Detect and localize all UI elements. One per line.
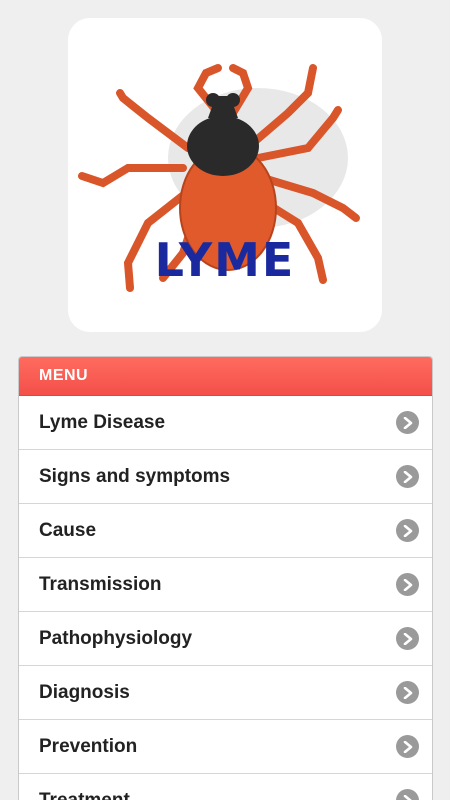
menu-item-pathophysiology[interactable]: Pathophysiology — [19, 612, 432, 666]
menu-item-label: Transmission — [39, 573, 162, 595]
menu-item-label: Treatment — [39, 789, 130, 800]
menu-item-label: Cause — [39, 519, 97, 541]
chevron-right-icon — [396, 519, 419, 542]
main-menu: MENU Lyme Disease Signs and symptoms Cau… — [18, 356, 433, 800]
chevron-right-icon — [396, 627, 419, 650]
chevron-right-icon — [396, 681, 419, 704]
menu-item-label: Prevention — [39, 735, 138, 757]
menu-item-prevention[interactable]: Prevention — [19, 720, 432, 774]
tick-logo-icon: LYME — [78, 64, 360, 292]
menu-item-diagnosis[interactable]: Diagnosis — [19, 666, 432, 720]
menu-item-label: Pathophysiology — [39, 627, 193, 649]
chevron-right-icon — [396, 573, 419, 596]
logo-word: LYME — [155, 233, 296, 287]
menu-header: MENU — [19, 357, 432, 396]
menu-item-transmission[interactable]: Transmission — [19, 558, 432, 612]
menu-item-label: Signs and symptoms — [39, 465, 231, 487]
menu-item-signs-and-symptoms[interactable]: Signs and symptoms — [19, 450, 432, 504]
menu-item-lyme-disease[interactable]: Lyme Disease — [19, 396, 432, 450]
menu-item-treatment[interactable]: Treatment — [19, 774, 432, 800]
app-screen: LYME MENU Lyme Disease Signs and symptom… — [0, 0, 450, 800]
chevron-right-icon — [396, 411, 419, 434]
chevron-right-icon — [396, 465, 419, 488]
menu-item-label: Lyme Disease — [39, 411, 166, 433]
chevron-right-icon — [396, 735, 419, 758]
chevron-right-icon — [396, 789, 419, 800]
app-logo-card: LYME — [68, 18, 382, 332]
menu-item-cause[interactable]: Cause — [19, 504, 432, 558]
menu-item-label: Diagnosis — [39, 681, 130, 703]
